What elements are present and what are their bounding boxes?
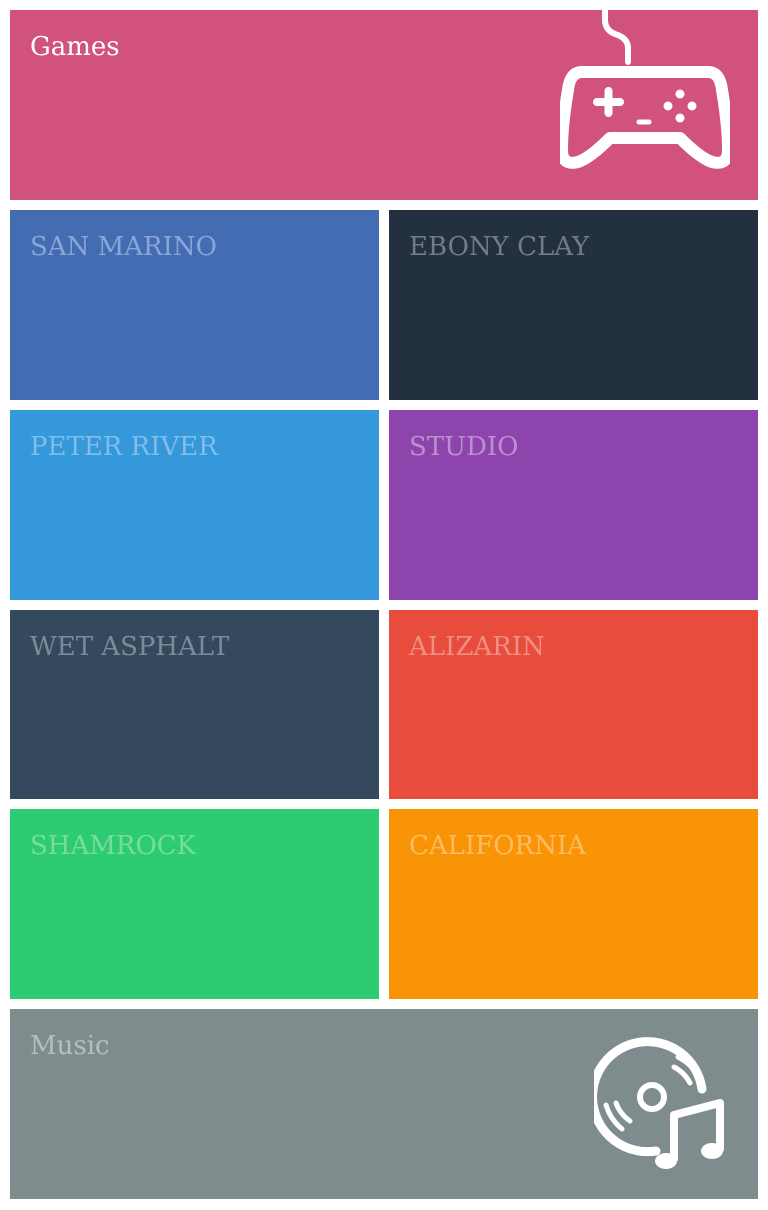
gamepad-icon [560,10,730,170]
tile-alizarin-label: ALIZARIN [409,632,545,662]
tile-games[interactable]: Games [10,10,758,200]
tile-wet-asphalt-label: WET ASPHALT [30,632,230,662]
tile-music-label: Music [30,1031,110,1061]
tile-music[interactable]: Music [10,1009,758,1199]
tile-shamrock-label: SHAMROCK [30,831,197,861]
tile-california-label: CALIFORNIA [409,831,586,861]
tile-ebony-clay-label: EBONY CLAY [409,232,590,262]
tile-wet-asphalt[interactable]: WET ASPHALT [10,610,379,799]
tile-san-marino[interactable]: SAN MARINO [10,210,379,400]
tile-shamrock[interactable]: SHAMROCK [10,809,379,999]
tile-studio-label: STUDIO [409,432,519,462]
tile-studio[interactable]: STUDIO [389,410,758,600]
tile-alizarin[interactable]: ALIZARIN [389,610,758,799]
tile-peter-river-label: PETER RIVER [30,432,218,462]
tile-peter-river[interactable]: PETER RIVER [10,410,379,600]
tile-california[interactable]: CALIFORNIA [389,809,758,999]
tile-ebony-clay[interactable]: EBONY CLAY [389,210,758,400]
tile-games-label: Games [30,32,120,62]
tile-san-marino-label: SAN MARINO [30,232,217,262]
music-disc-icon [594,1037,728,1171]
